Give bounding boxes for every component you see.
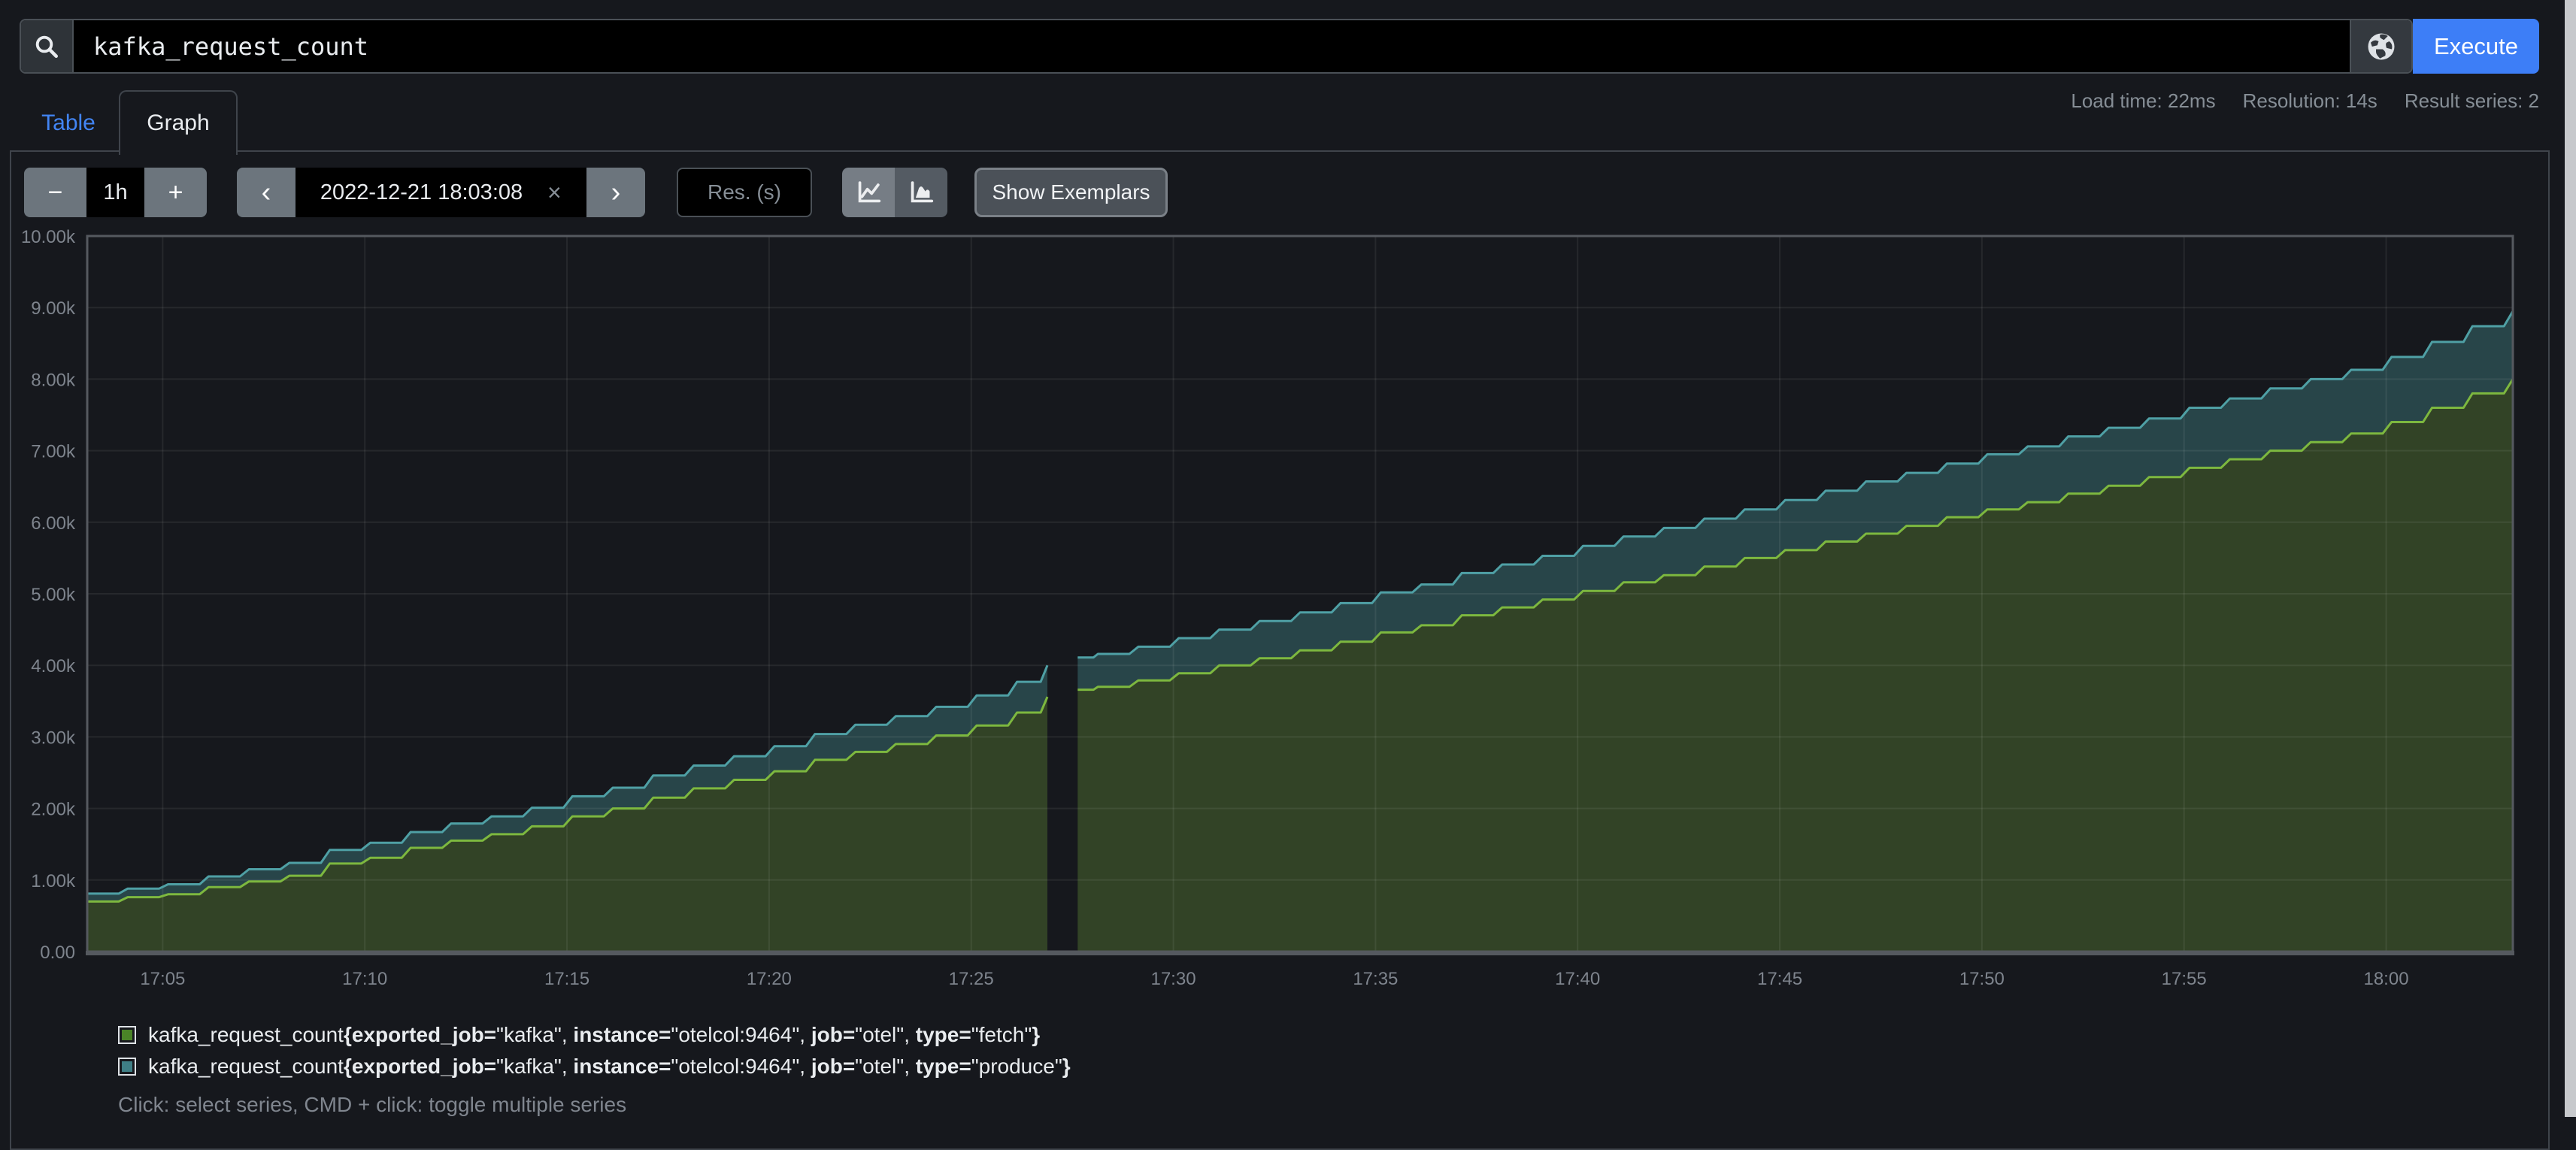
svg-text:5.00k: 5.00k [31,585,76,605]
series-swatch [118,1026,136,1044]
svg-text:6.00k: 6.00k [31,513,76,534]
graph-controls: − + ‹ 2022-12-21 18:03:08 × › [24,168,1168,217]
legend-item[interactable]: kafka_request_count{exported_job="kafka"… [118,1022,1071,1048]
svg-text:17:05: 17:05 [140,969,185,989]
datetime-input[interactable]: 2022-12-21 18:03:08 × [295,168,586,217]
svg-text:10.00k: 10.00k [21,227,76,247]
svg-text:8.00k: 8.00k [31,370,76,390]
range-group: − + [24,168,207,217]
svg-text:2.00k: 2.00k [31,800,76,820]
svg-text:7.00k: 7.00k [31,442,76,462]
result-series-stat: Result series: 2 [2405,89,2539,113]
series-label: kafka_request_count{exported_job="kafka"… [148,1055,1071,1079]
query-bar: Execute [20,19,2539,74]
svg-text:17:15: 17:15 [544,969,589,989]
resolution-input[interactable] [677,168,812,217]
local-time-button[interactable] [2350,20,2411,72]
svg-text:1.00k: 1.00k [31,871,76,891]
query-input[interactable] [74,20,2350,72]
chart-type-toggle [842,168,947,217]
svg-text:17:45: 17:45 [1757,969,1802,989]
datetime-value: 2022-12-21 18:03:08 [295,180,547,205]
chart-area: 0.00 1.00k 2.00k 3.00k 4.00k 5.00k 6.00k 7.00k 8… [11,224,2547,1028]
prev-time-button[interactable]: ‹ [237,168,295,217]
search-iconbox [21,20,74,72]
clear-datetime-icon[interactable]: × [547,179,586,207]
svg-text:17:10: 17:10 [342,969,387,989]
series-swatch [118,1058,136,1076]
query-input-group [20,19,2413,74]
graph-svg[interactable]: 0.00 1.00k 2.00k 3.00k 4.00k 5.00k 6.00k 7.00k 8… [11,224,2547,1028]
svg-text:17:50: 17:50 [1959,969,2005,989]
range-decrement-button[interactable]: − [24,168,86,217]
svg-text:17:35: 17:35 [1353,969,1398,989]
resolution-stat: Resolution: 14s [2243,89,2377,113]
range-increment-button[interactable]: + [144,168,207,217]
graph-panel: − + ‹ 2022-12-21 18:03:08 × › [10,150,2550,1150]
svg-text:3.00k: 3.00k [31,728,76,748]
svg-text:17:30: 17:30 [1150,969,1196,989]
svg-text:18:00: 18:00 [2363,969,2408,989]
stacked-chart-icon [906,177,936,207]
tab-table[interactable]: Table [27,104,110,143]
legend: kafka_request_count{exported_job="kafka"… [118,1022,1071,1085]
stacked-graph-toggle-button[interactable] [895,168,947,217]
load-time: Load time: 22ms [2071,89,2215,113]
svg-text:4.00k: 4.00k [31,656,76,676]
svg-text:17:40: 17:40 [1555,969,1600,989]
search-icon [33,33,60,60]
svg-text:0.00: 0.00 [40,943,75,963]
svg-text:17:55: 17:55 [2162,969,2207,989]
range-input[interactable] [86,168,144,217]
tab-graph[interactable]: Graph [119,90,238,155]
line-chart-icon [853,177,883,207]
series-label: kafka_request_count{exported_job="kafka"… [148,1023,1040,1047]
globe-icon [2365,31,2397,62]
datetime-group: ‹ 2022-12-21 18:03:08 × › [237,168,645,217]
svg-text:17:25: 17:25 [949,969,994,989]
legend-help-text: Click: select series, CMD + click: toggl… [118,1093,626,1117]
svg-text:9.00k: 9.00k [31,298,76,319]
query-stats: Load time: 22ms Resolution: 14s Result s… [2071,89,2539,113]
svg-text:17:20: 17:20 [747,969,792,989]
legend-item[interactable]: kafka_request_count{exported_job="kafka"… [118,1054,1071,1079]
vertical-scrollbar[interactable] [2565,0,2576,1117]
execute-button[interactable]: Execute [2413,19,2539,74]
show-exemplars-button[interactable]: Show Exemplars [974,168,1168,217]
next-time-button[interactable]: › [586,168,645,217]
line-graph-toggle-button[interactable] [842,168,895,217]
